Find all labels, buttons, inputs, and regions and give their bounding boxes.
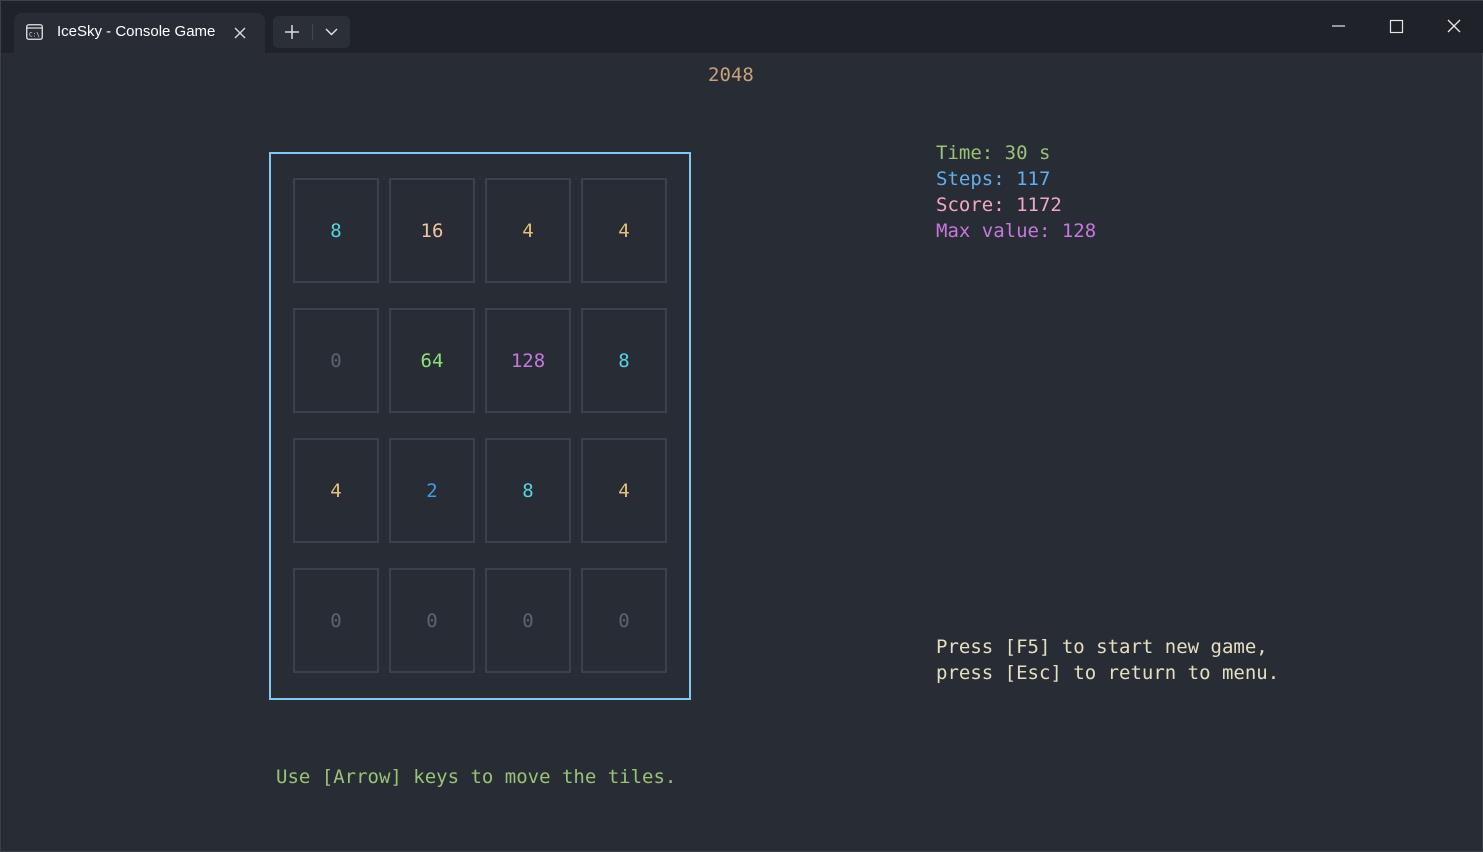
- help-return-menu: press [Esc] to return to menu.: [936, 662, 1280, 684]
- tile: 0: [485, 568, 571, 673]
- tile: 0: [581, 568, 667, 673]
- controls-hint: Use [Arrow] keys to move the tiles.: [276, 766, 677, 788]
- tile: 4: [581, 178, 667, 283]
- tile: 8: [581, 308, 667, 413]
- new-tab-group: [273, 16, 350, 48]
- tile: 0: [293, 308, 379, 413]
- minimize-icon[interactable]: [1315, 9, 1361, 45]
- steps-stat: Steps: 117: [936, 168, 1051, 190]
- tile: 4: [581, 438, 667, 543]
- new-tab-plus-icon[interactable]: [273, 16, 311, 48]
- terminal-window: C:\ IceSky - Console Game 2048 8 16 4 4 …: [0, 0, 1483, 852]
- tile: 64: [389, 308, 475, 413]
- terminal-icon: C:\: [26, 24, 43, 40]
- tile: 16: [389, 178, 475, 283]
- tile: 2: [389, 438, 475, 543]
- tab-icesky-console-game[interactable]: C:\ IceSky - Console Game: [14, 13, 265, 53]
- max-value-stat: Max value: 128: [936, 220, 1097, 242]
- help-new-game: Press [F5] to start new game,: [936, 636, 1268, 658]
- tile: 4: [293, 438, 379, 543]
- score-stat: Score: 1172: [936, 194, 1062, 216]
- tile: 0: [389, 568, 475, 673]
- tile: 8: [293, 178, 379, 283]
- time-stat: Time: 30 s: [936, 142, 1051, 164]
- close-window-icon[interactable]: [1431, 9, 1477, 45]
- tile: 128: [485, 308, 571, 413]
- tile: 4: [485, 178, 571, 283]
- tab-title: IceSky - Console Game: [57, 23, 216, 40]
- game-board: 8 16 4 4 0 64 128 8 4 2 8 4 0 0 0 0: [269, 152, 691, 700]
- tile: 0: [293, 568, 379, 673]
- maximize-icon[interactable]: [1373, 9, 1419, 45]
- game-title: 2048: [708, 64, 754, 86]
- svg-text:C:\: C:\: [29, 32, 40, 39]
- chevron-down-icon[interactable]: [313, 16, 350, 48]
- tile: 8: [485, 438, 571, 543]
- title-bar: C:\ IceSky - Console Game: [1, 1, 1483, 53]
- close-tab-icon[interactable]: [232, 25, 248, 41]
